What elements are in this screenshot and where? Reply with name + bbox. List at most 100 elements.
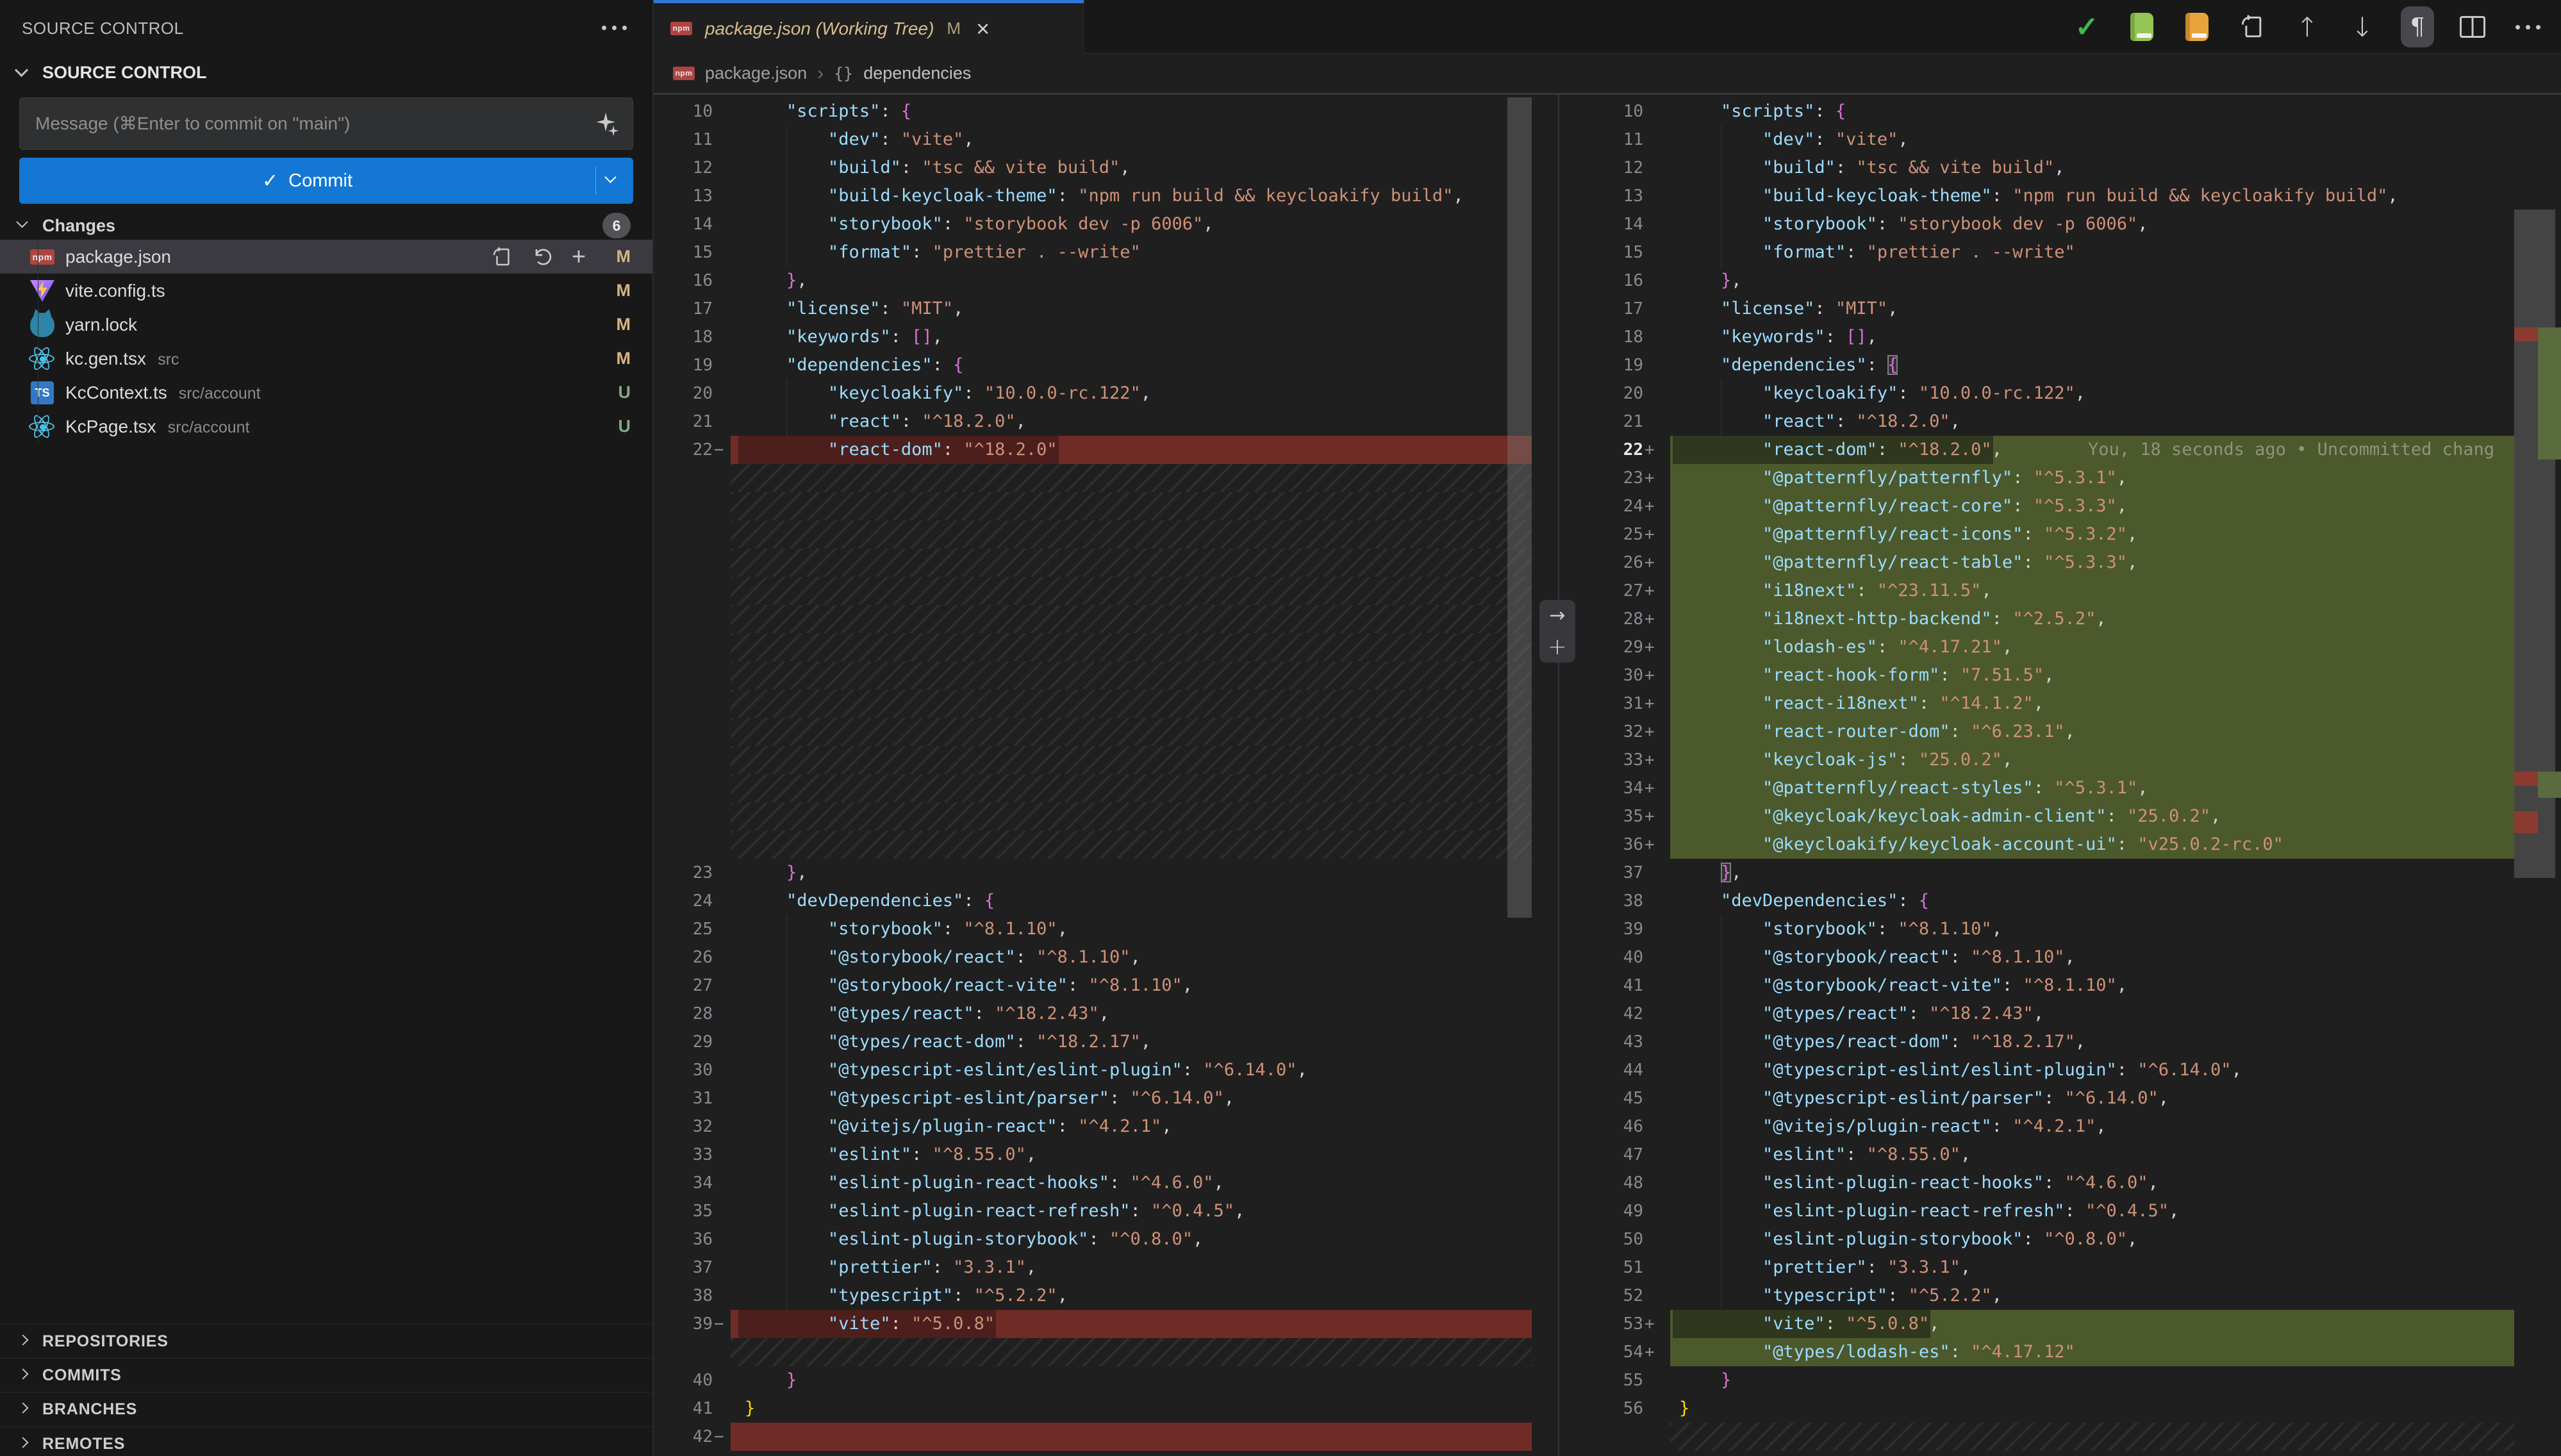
npm-icon: npm — [670, 22, 692, 35]
line-number: 20 — [654, 379, 713, 408]
render-whitespace-toggle-icon[interactable]: ¶ — [2401, 6, 2434, 47]
file-row-yarn-lock[interactable]: yarn.lock M — [0, 308, 652, 342]
more-actions-icon[interactable] — [2511, 6, 2544, 47]
diff-filler-row — [654, 520, 1532, 549]
status-badge: M — [617, 274, 631, 308]
line-number: 45 — [1584, 1084, 1643, 1113]
chevron-right-icon — [18, 1369, 29, 1380]
react-icon — [28, 413, 56, 440]
npm-icon: npm — [28, 244, 56, 270]
line-number: 36 — [1584, 831, 1643, 859]
open-file-icon[interactable] — [2235, 6, 2269, 47]
stage-changes-icon[interactable]: + — [567, 245, 591, 269]
line-number: 13 — [1584, 182, 1643, 210]
object-symbol-icon: {} — [834, 64, 853, 83]
commit-dropdown-button[interactable] — [596, 158, 633, 204]
changes-label: Changes — [42, 211, 115, 240]
code-line: 39− "vite": "^5.0.8" — [654, 1310, 1532, 1338]
source-control-section-header[interactable]: SOURCE CONTROL — [0, 56, 652, 91]
close-icon[interactable]: × — [976, 15, 990, 42]
file-name: vite.config.ts — [65, 281, 165, 301]
chevron-right-icon — [18, 1437, 29, 1448]
stage-block-button[interactable]: + — [1548, 638, 1567, 657]
sparkle-icon[interactable] — [593, 110, 621, 138]
sidebar-item-commits[interactable]: COMMITS — [0, 1358, 652, 1392]
code-line: 54+ "@types/lodash-es": "^4.17.12" — [1584, 1338, 2514, 1366]
split-editor-icon[interactable] — [2456, 6, 2489, 47]
line-number: 37 — [1584, 859, 1643, 887]
diff-filler-row — [1584, 1423, 2514, 1451]
code-line: 18 "keywords": [], — [1584, 323, 2514, 351]
apply-change-arrow-button[interactable]: → — [1549, 606, 1565, 625]
diff-filler-row — [654, 718, 1532, 746]
code-line: 26 "@storybook/react": "^8.1.10", — [654, 943, 1532, 972]
code-line: 15 "format": "prettier . --write" — [1584, 238, 2514, 267]
more-actions-icon[interactable] — [602, 26, 627, 30]
code-line: 45 "@typescript-eslint/parser": "^6.14.0… — [1584, 1084, 2514, 1113]
discard-changes-icon[interactable] — [528, 245, 552, 269]
breadcrumb-symbol[interactable]: dependencies — [863, 63, 971, 83]
sidebar-item-remotes[interactable]: REMOTES — [0, 1427, 652, 1456]
sidebar-title: SOURCE CONTROL — [22, 0, 184, 56]
code-line: 13 "build-keycloak-theme": "npm run buil… — [1584, 182, 2514, 210]
code-line: 17 "license": "MIT", — [654, 295, 1532, 323]
orange-book-icon[interactable] — [2180, 6, 2214, 47]
tab-package-json-working-tree[interactable]: npm package.json (Working Tree) M × — [654, 0, 1084, 54]
arrow-up-icon[interactable]: ↑ — [2291, 6, 2324, 47]
diff-filler-row — [654, 1338, 1532, 1366]
changes-section-header[interactable]: Changes 6 — [0, 211, 652, 240]
check-icon[interactable]: ✓ — [2070, 6, 2103, 47]
line-number: 38 — [654, 1282, 713, 1310]
line-number: 42 — [1584, 1000, 1643, 1028]
commit-message-input[interactable] — [19, 97, 633, 150]
file-name: yarn.lock — [65, 315, 137, 335]
sidebar-item-branches[interactable]: BRANCHES — [0, 1392, 652, 1426]
overview-added-mark — [2538, 772, 2561, 798]
line-number: 28 — [1584, 605, 1643, 633]
file-row-package-json[interactable]: npm package.json + M — [0, 240, 652, 274]
code-line: 11 "dev": "vite", — [654, 126, 1532, 154]
code-line: 51 "prettier": "3.3.1", — [1584, 1253, 2514, 1282]
diff-filler-row — [654, 746, 1532, 774]
diff-pane-divider[interactable] — [1558, 95, 1559, 1456]
code-line: 39 "storybook": "^8.1.10", — [1584, 915, 2514, 943]
line-number: 30 — [1584, 661, 1643, 690]
line-number: 10 — [1584, 97, 1643, 126]
typescript-icon: TS — [28, 379, 56, 406]
line-number: 17 — [1584, 295, 1643, 323]
file-row-kcpage[interactable]: KcPage.tsxsrc/account U — [0, 410, 652, 443]
line-number: 14 — [1584, 210, 1643, 238]
code-line: 31 "@typescript-eslint/parser": "^6.14.0… — [654, 1084, 1532, 1113]
code-line: 44 "@typescript-eslint/eslint-plugin": "… — [1584, 1056, 2514, 1084]
file-row-vite-config[interactable]: vite.config.ts M — [0, 274, 652, 308]
line-number: 27 — [654, 972, 713, 1000]
code-line: 43 "@types/react-dom": "^18.2.17", — [1584, 1028, 2514, 1056]
code-line: 35 "eslint-plugin-react-refresh": "^0.4.… — [654, 1197, 1532, 1225]
breadcrumb-file[interactable]: package.json — [705, 63, 807, 83]
line-number: 19 — [654, 351, 713, 379]
line-number: 18 — [1584, 323, 1643, 351]
left-scrollbar[interactable] — [1507, 97, 1532, 918]
sidebar-item-repositories[interactable]: REPOSITORIES — [0, 1324, 652, 1358]
diff-original-pane[interactable]: 10 "scripts": {11 "dev": "vite",12 "buil… — [654, 97, 1532, 1456]
line-number: 36 — [654, 1225, 713, 1253]
code-line: 56} — [1584, 1394, 2514, 1423]
line-number: 22 — [654, 436, 713, 464]
line-number: 11 — [654, 126, 713, 154]
chevron-down-icon — [15, 63, 28, 77]
line-number: 24 — [1584, 492, 1643, 520]
commit-button[interactable]: ✓ Commit — [19, 158, 633, 204]
diff-filler-row — [654, 577, 1532, 605]
arrow-down-icon[interactable]: ↓ — [2346, 6, 2379, 47]
code-line: 32+ "react-router-dom": "^6.23.1", — [1584, 718, 2514, 746]
diff-modified-pane[interactable]: 10 "scripts": {11 "dev": "vite",12 "buil… — [1584, 97, 2514, 1456]
green-book-icon[interactable] — [2125, 6, 2159, 47]
line-number: 18 — [654, 323, 713, 351]
line-number: 26 — [654, 943, 713, 972]
file-row-kccontext[interactable]: TS KcContext.tssrc/account U — [0, 376, 652, 410]
file-row-kc-gen[interactable]: kc.gen.tsxsrc M — [0, 342, 652, 376]
overview-removed-mark — [2514, 772, 2538, 786]
code-line: 28+ "i18next-http-backend": "^2.5.2", — [1584, 605, 2514, 633]
open-file-icon[interactable] — [490, 245, 514, 269]
line-number: 31 — [654, 1084, 713, 1113]
